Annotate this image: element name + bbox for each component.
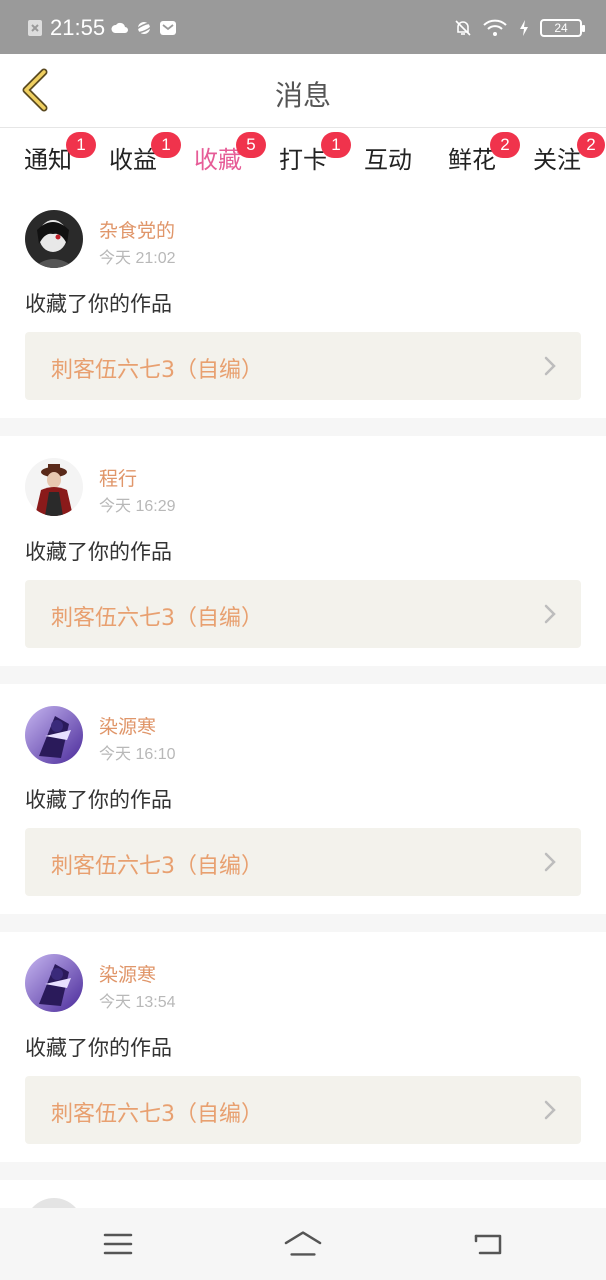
bell-off-icon: [455, 20, 471, 36]
menu-button[interactable]: [98, 1226, 138, 1262]
tab-badge: 1: [321, 132, 351, 158]
timestamp: 今天 16:29: [99, 498, 176, 515]
message-card: 杂食党的 今天 21:02 收藏了你的作品 刺客伍六七3（自编）: [0, 188, 606, 418]
avatar[interactable]: [25, 954, 83, 1012]
work-link[interactable]: 刺客伍六七3（自编）: [25, 332, 581, 400]
user-name[interactable]: 染源寒: [99, 712, 156, 739]
tab-badge: 1: [66, 132, 96, 158]
work-link[interactable]: 刺客伍六七3（自编）: [25, 580, 581, 648]
tab-notifications[interactable]: 通知 1: [24, 132, 96, 180]
avatar[interactable]: [25, 706, 83, 764]
chevron-right-icon: [544, 356, 556, 376]
tab-earnings[interactable]: 收益 1: [109, 132, 181, 180]
action-text: 收藏了你的作品: [25, 788, 172, 812]
back-icon: [474, 1234, 502, 1255]
tab-label: 互动: [364, 146, 412, 174]
tab-favorites[interactable]: 收藏 5: [194, 132, 266, 192]
tab-checkin[interactable]: 打卡 1: [279, 132, 351, 180]
chevron-right-icon: [544, 852, 556, 872]
work-title: 刺客伍六七3（自编）: [51, 1102, 263, 1127]
message-card: 染源寒 今天 16:10 收藏了你的作品 刺客伍六七3（自编）: [0, 684, 606, 914]
status-right: 24: [454, 14, 585, 42]
user-name[interactable]: 程行: [99, 464, 137, 491]
avatar[interactable]: [25, 210, 83, 268]
user-name[interactable]: 杂食党的: [99, 216, 175, 243]
battery-level: 24: [554, 21, 568, 35]
chevron-right-icon: [544, 604, 556, 624]
cloud-icon: [111, 22, 129, 33]
tab-follow[interactable]: 关注 2: [533, 132, 605, 180]
tab-label: 通知: [24, 146, 72, 174]
home-button[interactable]: [283, 1226, 323, 1262]
menu-icon: [103, 1233, 133, 1255]
message-card: 程行 今天 16:29 收藏了你的作品 刺客伍六七3（自编）: [0, 436, 606, 666]
nav-back-button[interactable]: [468, 1226, 508, 1262]
header: 消息: [0, 54, 606, 128]
wifi-icon: [483, 19, 507, 36]
timestamp: 今天 21:02: [99, 250, 176, 267]
tab-label: 鲜花: [448, 146, 496, 174]
user-name[interactable]: 染源寒: [99, 960, 156, 987]
tab-flowers[interactable]: 鲜花 2: [448, 132, 520, 180]
message-card-partial: [0, 1180, 606, 1208]
tab-badge: 5: [236, 132, 266, 158]
system-nav-bar: [0, 1208, 606, 1280]
avatar[interactable]: [25, 1198, 83, 1208]
action-text: 收藏了你的作品: [25, 540, 172, 564]
tab-label: 收藏: [194, 146, 242, 174]
home-icon: [284, 1231, 322, 1256]
tab-bar: 通知 1 收益 1 收藏 5 打卡 1 互动 鲜花 2 关注 2: [0, 128, 606, 192]
chevron-right-icon: [544, 1100, 556, 1120]
work-link[interactable]: 刺客伍六七3（自编）: [25, 828, 581, 896]
message-card: 染源寒 今天 13:54 收藏了你的作品 刺客伍六七3（自编）: [0, 932, 606, 1162]
timestamp: 今天 13:54: [99, 994, 176, 1011]
battery-indicator: 24: [540, 19, 585, 37]
tab-label: 收益: [109, 146, 157, 174]
tab-interaction[interactable]: 互动: [364, 140, 412, 180]
work-link[interactable]: 刺客伍六七3（自编）: [25, 1076, 581, 1144]
timestamp: 今天 16:10: [99, 746, 176, 763]
planet-icon: [135, 22, 154, 34]
tab-label: 关注: [533, 146, 581, 174]
tab-label: 打卡: [279, 146, 327, 174]
avatar[interactable]: [25, 458, 83, 516]
message-feed[interactable]: 杂食党的 今天 21:02 收藏了你的作品 刺客伍六七3（自编） 程行 今天 1…: [0, 188, 606, 1208]
sim-off-icon: [28, 20, 42, 36]
tab-badge: 2: [577, 132, 605, 158]
work-title: 刺客伍六七3（自编）: [51, 606, 263, 631]
tab-badge: 2: [490, 132, 520, 158]
action-text: 收藏了你的作品: [25, 1036, 172, 1060]
work-title: 刺客伍六七3（自编）: [51, 854, 263, 879]
tab-badge: 1: [151, 132, 181, 158]
work-title: 刺客伍六七3（自编）: [51, 358, 263, 383]
status-left: 21:55: [26, 14, 177, 42]
status-bar: 21:55 24: [0, 0, 606, 54]
status-time: 21:55: [50, 15, 106, 40]
page-title: 消息: [274, 79, 331, 112]
action-text: 收藏了你的作品: [25, 292, 172, 316]
charging-icon: [520, 20, 528, 36]
mail-icon: [160, 21, 177, 35]
